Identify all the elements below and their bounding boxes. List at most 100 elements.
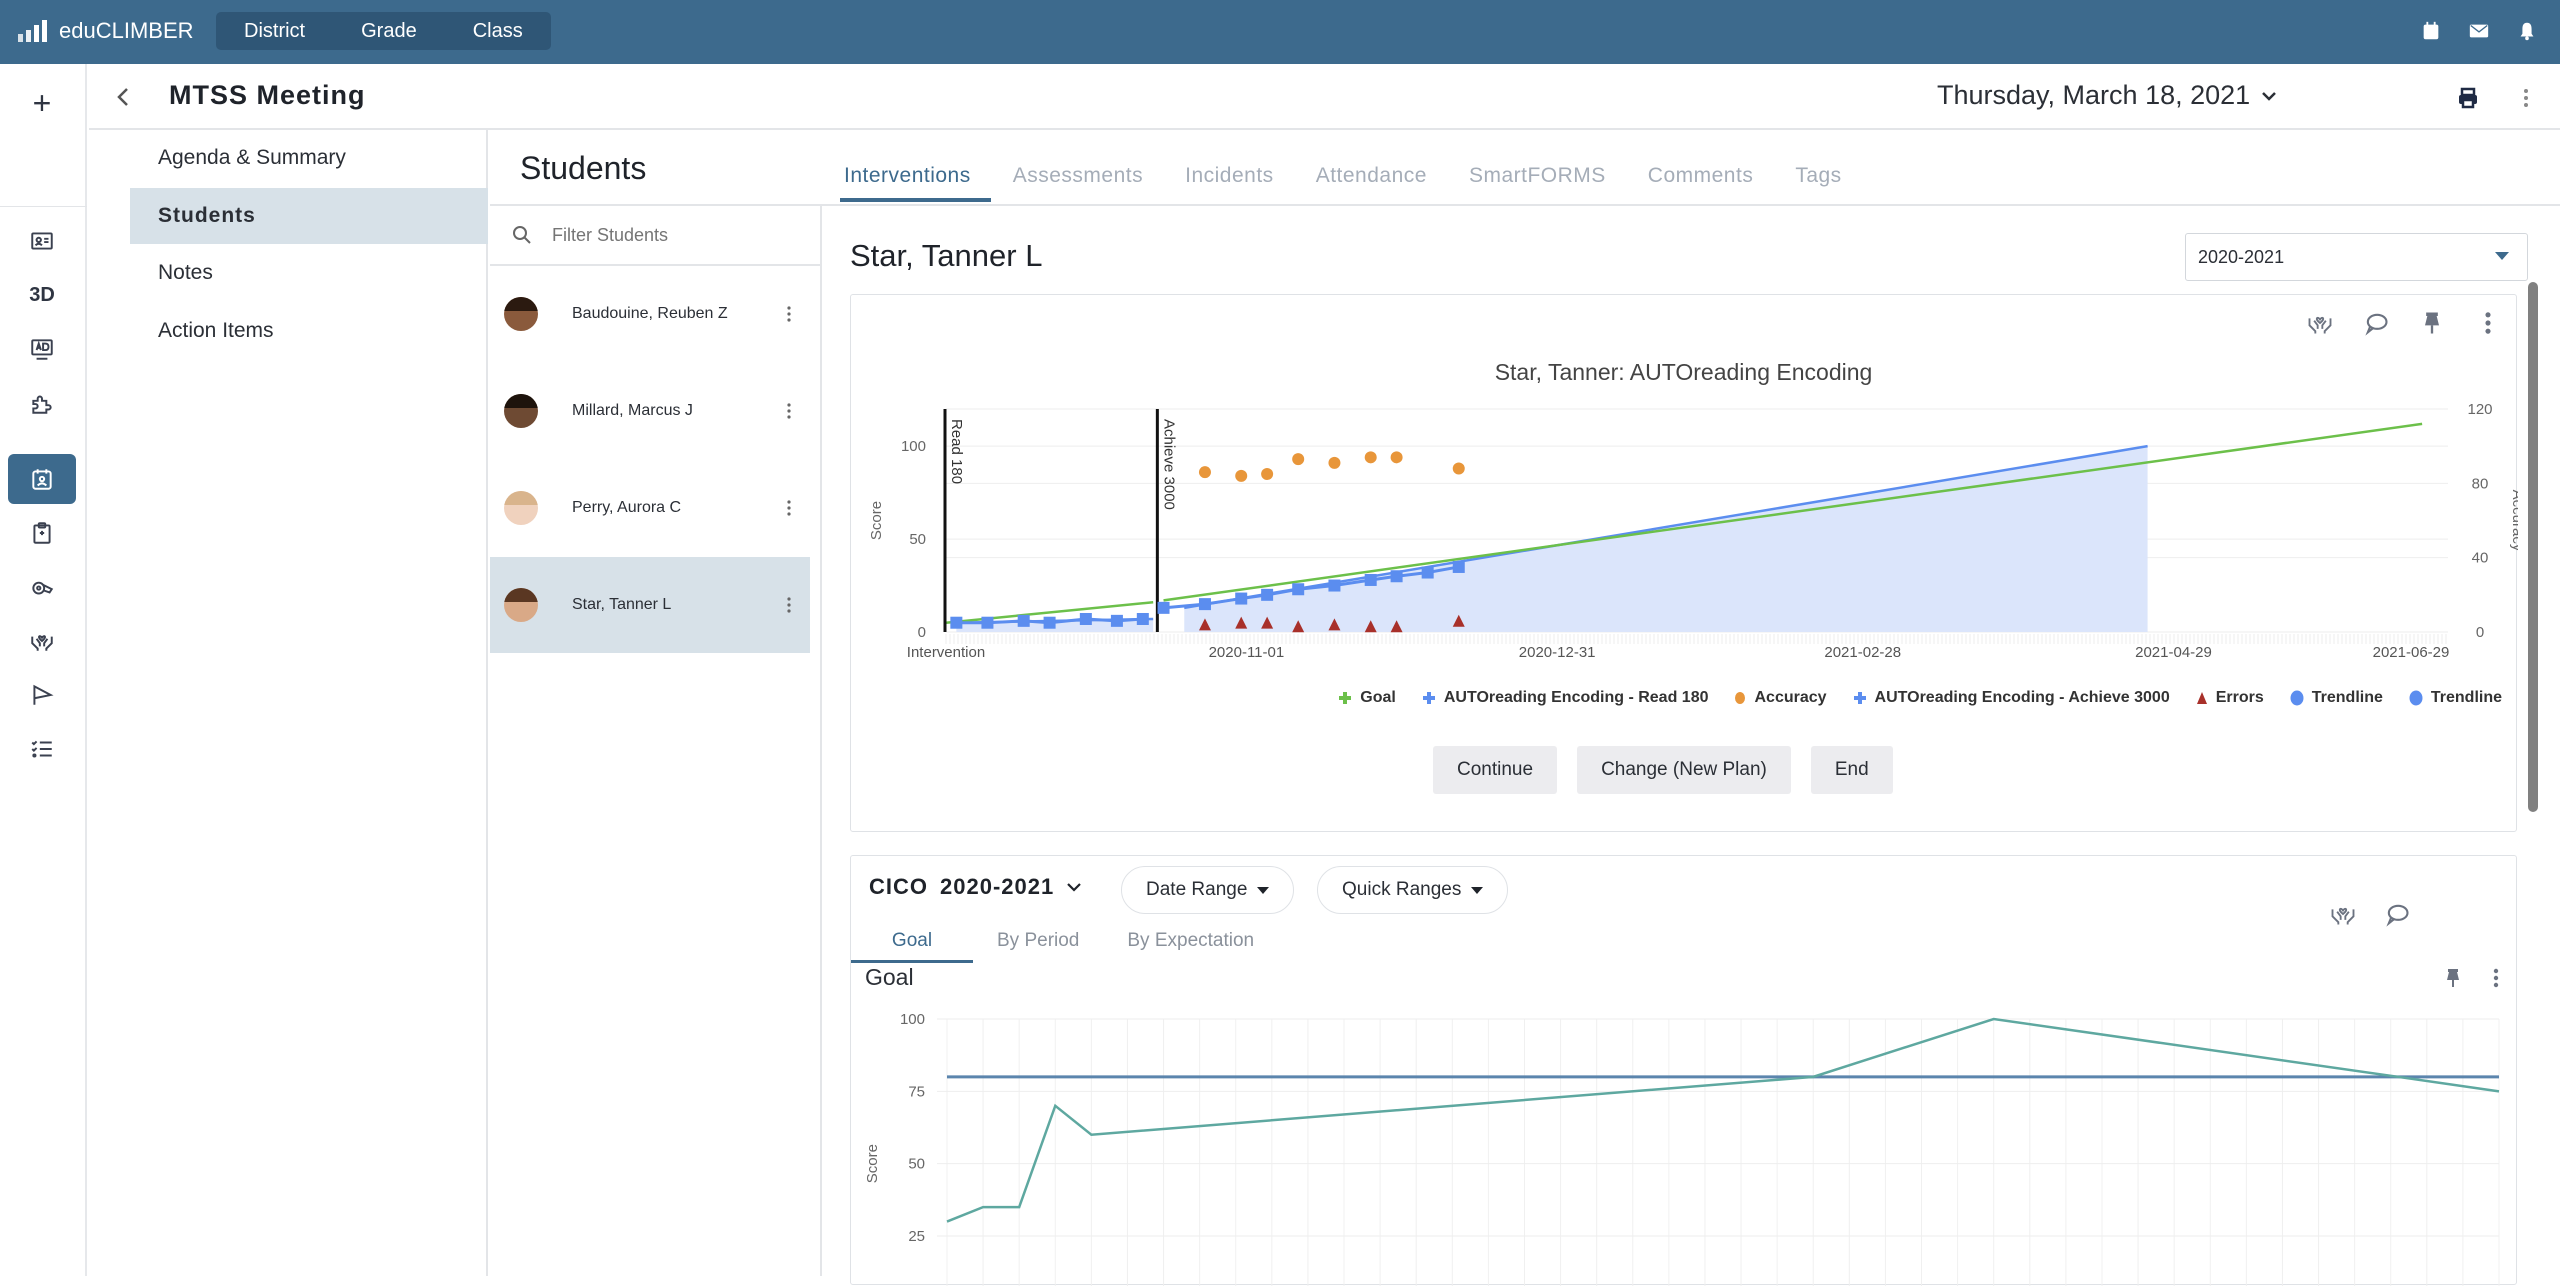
student-row[interactable]: Baudouine, Reuben Z [490, 266, 810, 362]
brand-logo[interactable]: eduCLIMBER [18, 18, 194, 44]
card-actions [2306, 309, 2516, 337]
pin-icon[interactable] [2418, 309, 2446, 337]
legend-item[interactable]: Errors [2196, 689, 2264, 707]
accuracy-point [1452, 462, 1465, 475]
student-row[interactable]: Millard, Marcus J [490, 363, 810, 459]
legend-item[interactable]: Trendline [2290, 689, 2383, 707]
more-options-icon[interactable] [2491, 966, 2501, 990]
comment-icon[interactable] [2362, 309, 2390, 337]
change-plan-button[interactable]: Change (New Plan) [1577, 746, 1791, 794]
legend-marker-icon [1339, 692, 1352, 704]
rail-item-assessments[interactable] [8, 508, 76, 558]
rail-item-behavior[interactable] [8, 562, 76, 612]
subtab-goal[interactable]: Goal [851, 924, 973, 963]
student-row[interactable]: Perry, Aurora C [490, 460, 810, 556]
student-row[interactable]: Star, Tanner L [490, 557, 810, 653]
tab-attendance[interactable]: Attendance [1312, 164, 1447, 202]
y2-tick-label: 80 [2472, 475, 2489, 492]
school-year-select[interactable]: 2020-2021 [2185, 233, 2528, 281]
avatar [504, 297, 538, 331]
scope-tabs: District Grade Class [216, 12, 551, 50]
cico-card: CICO 2020-2021 Date Range Quick Ranges G… [850, 855, 2517, 1286]
bell-icon[interactable] [2516, 20, 2538, 42]
quick-ranges-dropdown[interactable]: Quick Ranges [1317, 866, 1509, 914]
filter-students-input[interactable] [552, 224, 792, 246]
print-icon[interactable] [2456, 86, 2480, 110]
rail-item-profile[interactable] [8, 216, 76, 266]
tab-smartforms[interactable]: SmartFORMS [1465, 164, 1626, 202]
tab-interventions[interactable]: Interventions [840, 164, 991, 202]
rail-item-tasks[interactable] [8, 724, 76, 774]
rail-item-goals[interactable] [8, 670, 76, 720]
continue-button[interactable]: Continue [1433, 746, 1558, 794]
student-more-icon[interactable] [786, 305, 792, 323]
student-more-icon[interactable] [786, 499, 792, 517]
meeting-date-select[interactable]: Thursday, March 18, 2021 [1937, 80, 2278, 111]
flag-icon [33, 684, 54, 705]
rail-item-3d[interactable]: 3D [8, 270, 76, 320]
legend-item[interactable]: Trendline [2409, 689, 2502, 707]
intervention-chart-card: Star, Tanner: AUTOreading Encoding 0 50 10… [850, 294, 2518, 832]
caret-down-icon [1257, 886, 1270, 894]
legend-marker-icon [2290, 690, 2304, 706]
mail-icon[interactable] [2468, 20, 2490, 42]
student-more-icon[interactable] [786, 402, 792, 420]
legend-item[interactable]: Goal [1338, 689, 1396, 707]
rail-item-interventions[interactable] [8, 616, 76, 666]
legend-item[interactable]: AUTOreading Encoding - Achieve 3000 [1853, 689, 2170, 707]
tab-incidents[interactable]: Incidents [1181, 164, 1294, 202]
meeting-date: Thursday, March 18, 2021 [1937, 80, 2251, 110]
legend-marker-icon [1735, 692, 1746, 704]
subtab-by-expectation[interactable]: By Expectation [1103, 924, 1278, 963]
accuracy-point [1390, 451, 1403, 464]
page-title: MTSS Meeting [169, 80, 366, 110]
nav-action-items[interactable]: Action Items [130, 303, 488, 359]
legend-item[interactable]: Accuracy [1734, 689, 1827, 707]
date-range-dropdown[interactable]: Date Range [1121, 866, 1295, 914]
more-options-icon[interactable] [2522, 86, 2530, 110]
tab-tags[interactable]: Tags [1791, 164, 1861, 202]
comment-icon[interactable] [2383, 900, 2411, 928]
tab-assessments[interactable]: Assessments [1009, 164, 1163, 202]
scope-tab-class[interactable]: Class [445, 20, 551, 43]
scrollbar[interactable] [2528, 282, 2538, 812]
pin-icon[interactable] [2441, 966, 2465, 990]
subtab-by-period[interactable]: By Period [973, 924, 1103, 963]
scope-tab-district[interactable]: District [216, 20, 333, 43]
rail-item-meetings[interactable] [8, 454, 76, 504]
avatar [504, 588, 538, 622]
tab-comments[interactable]: Comments [1644, 164, 1774, 202]
rail-item-ad[interactable] [8, 324, 76, 374]
y-tick-label: 0 [918, 624, 926, 641]
decision-buttons: Continue Change (New Plan) End [1433, 746, 1893, 794]
calendar-user-icon [32, 469, 52, 490]
rail-item-modules[interactable] [8, 378, 76, 428]
student-more-icon[interactable] [786, 596, 792, 614]
care-hands-icon[interactable] [2329, 900, 2357, 928]
scope-tab-grade[interactable]: Grade [333, 20, 445, 43]
data-point-square [1292, 583, 1305, 596]
x-tick-label: 2020-11-01 [1209, 644, 1285, 661]
end-button[interactable]: End [1810, 746, 1893, 794]
data-point-square [981, 616, 994, 629]
care-hands-icon[interactable] [2306, 309, 2334, 337]
nav-agenda-summary[interactable]: Agenda & Summary [130, 130, 488, 186]
data-point-square [1261, 588, 1274, 601]
top-bar: eduCLIMBER District Grade Class [0, 0, 2560, 64]
y-tick-label: 50 [908, 1156, 925, 1173]
chart-legend: Goal AUTOreading Encoding - Read 180 Accur… [851, 689, 2502, 707]
add-button[interactable]: + [8, 78, 76, 128]
legend-item[interactable]: AUTOreading Encoding - Read 180 [1422, 689, 1708, 707]
x-tick-label: Intervention [907, 644, 985, 661]
back-button[interactable] [115, 84, 131, 115]
student-name: Millard, Marcus J [572, 402, 693, 419]
more-options-icon[interactable] [2474, 309, 2502, 337]
icon-rail: + 3D [0, 64, 87, 1276]
nav-notes[interactable]: Notes [130, 245, 488, 301]
cico-title[interactable]: CICO 2020-2021 [869, 874, 1082, 900]
legend-label: AUTOreading Encoding - Achieve 3000 [1874, 689, 2170, 706]
calendar-icon[interactable] [2420, 20, 2442, 42]
nav-students[interactable]: Students [130, 188, 488, 244]
whistle-icon [32, 581, 54, 595]
x-tick-label: 2021-06-29 [2373, 644, 2450, 661]
